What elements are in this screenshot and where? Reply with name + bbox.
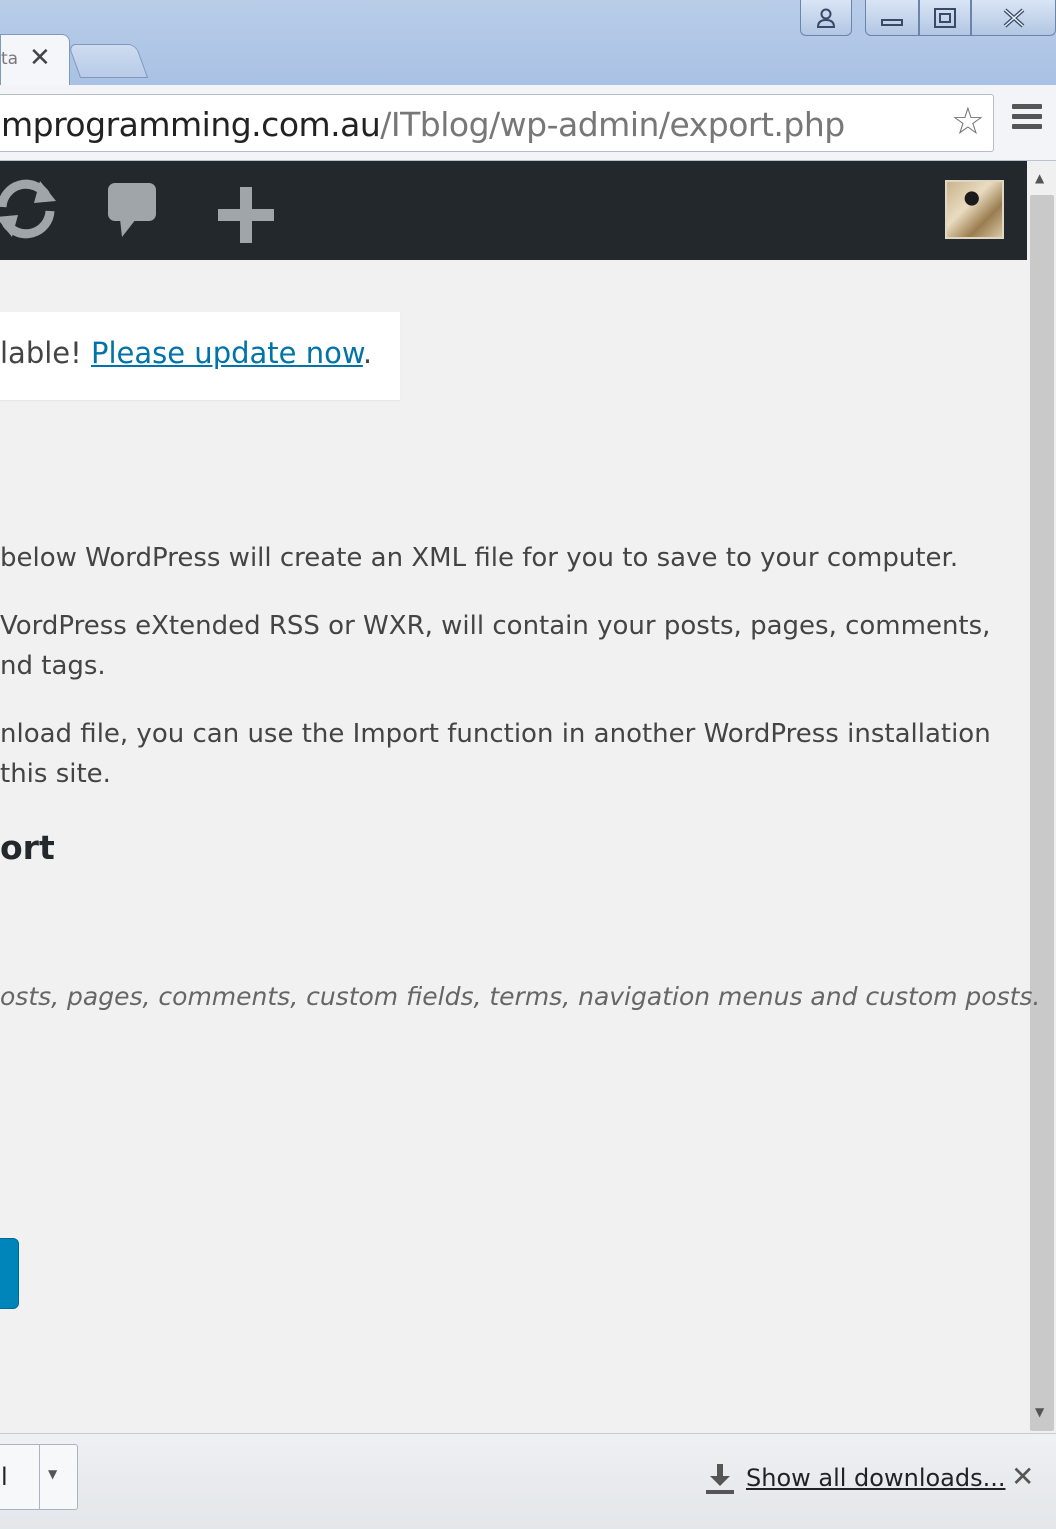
chrome-menu-icon[interactable] — [1012, 104, 1042, 138]
scroll-up-icon[interactable]: ▲ — [1035, 171, 1044, 185]
url-text[interactable]: mprogramming.com.au/ITblog/wp-admin/expo… — [1, 105, 845, 144]
notice-prefix: lable! — [0, 336, 91, 370]
tab-title: ta — [1, 49, 19, 69]
active-tab[interactable]: ta ✕ — [0, 34, 70, 86]
download-export-button[interactable] — [0, 1238, 19, 1309]
browser-toolbar: mprogramming.com.au/ITblog/wp-admin/expo… — [0, 85, 1056, 161]
tab-close-icon[interactable]: ✕ — [29, 43, 51, 73]
show-all-downloads-link[interactable]: Show all downloads... — [746, 1464, 1006, 1492]
user-avatar[interactable] — [945, 180, 1004, 239]
download-icon — [706, 1464, 734, 1494]
new-tab-button[interactable] — [67, 44, 149, 78]
update-now-link[interactable]: Please update now — [91, 336, 363, 370]
update-notice-text: lable! Please update now. — [0, 336, 372, 370]
page-scrollbar[interactable]: ▲ ▼ — [1027, 161, 1056, 1433]
address-bar[interactable]: mprogramming.com.au/ITblog/wp-admin/expo… — [0, 94, 994, 152]
all-content-description: osts, pages, comments, custom fields, te… — [0, 982, 1041, 1011]
downloads-shelf: l ▼ Show all downloads... ✕ — [0, 1433, 1056, 1529]
scroll-thumb[interactable] — [1030, 195, 1054, 1431]
url-host: mprogramming.com.au — [1, 105, 381, 144]
comments-icon[interactable] — [106, 181, 158, 241]
download-item-name: l — [1, 1463, 8, 1491]
restore-button[interactable] — [919, 0, 971, 36]
import-hint-line1: nload file, you can use the Import funct… — [0, 719, 991, 749]
choose-export-heading: ort — [0, 828, 55, 867]
minimize-button[interactable] — [865, 0, 919, 36]
scroll-down-icon[interactable]: ▼ — [1035, 1405, 1044, 1419]
chevron-down-icon[interactable]: ▼ — [48, 1467, 57, 1481]
export-intro-text: below WordPress will create an XML file … — [0, 543, 959, 573]
restore-icon — [934, 7, 956, 28]
window-close-button[interactable] — [971, 0, 1056, 36]
download-item[interactable]: l ▼ — [0, 1444, 78, 1510]
wp-admin-bar — [0, 161, 1027, 260]
user-icon — [816, 8, 836, 28]
notice-suffix: . — [362, 336, 373, 370]
bookmark-star-icon[interactable]: ☆ — [951, 102, 985, 140]
update-notice: lable! Please update now. — [0, 312, 400, 400]
updates-icon[interactable] — [0, 173, 62, 245]
profile-button[interactable] — [800, 0, 852, 36]
download-item-divider — [39, 1445, 40, 1509]
wxr-description-line1: VordPress eXtended RSS or WXR, will cont… — [0, 611, 991, 641]
close-shelf-icon[interactable]: ✕ — [1011, 1460, 1034, 1493]
minimize-icon — [881, 18, 903, 26]
new-content-icon[interactable] — [216, 185, 276, 245]
close-icon — [1003, 8, 1024, 27]
wxr-description-line2: nd tags. — [0, 651, 106, 681]
import-hint-line2: this site. — [0, 759, 111, 789]
url-path: /ITblog/wp-admin/export.php — [380, 105, 845, 144]
window-titlebar: ta ✕ — [0, 0, 1056, 86]
